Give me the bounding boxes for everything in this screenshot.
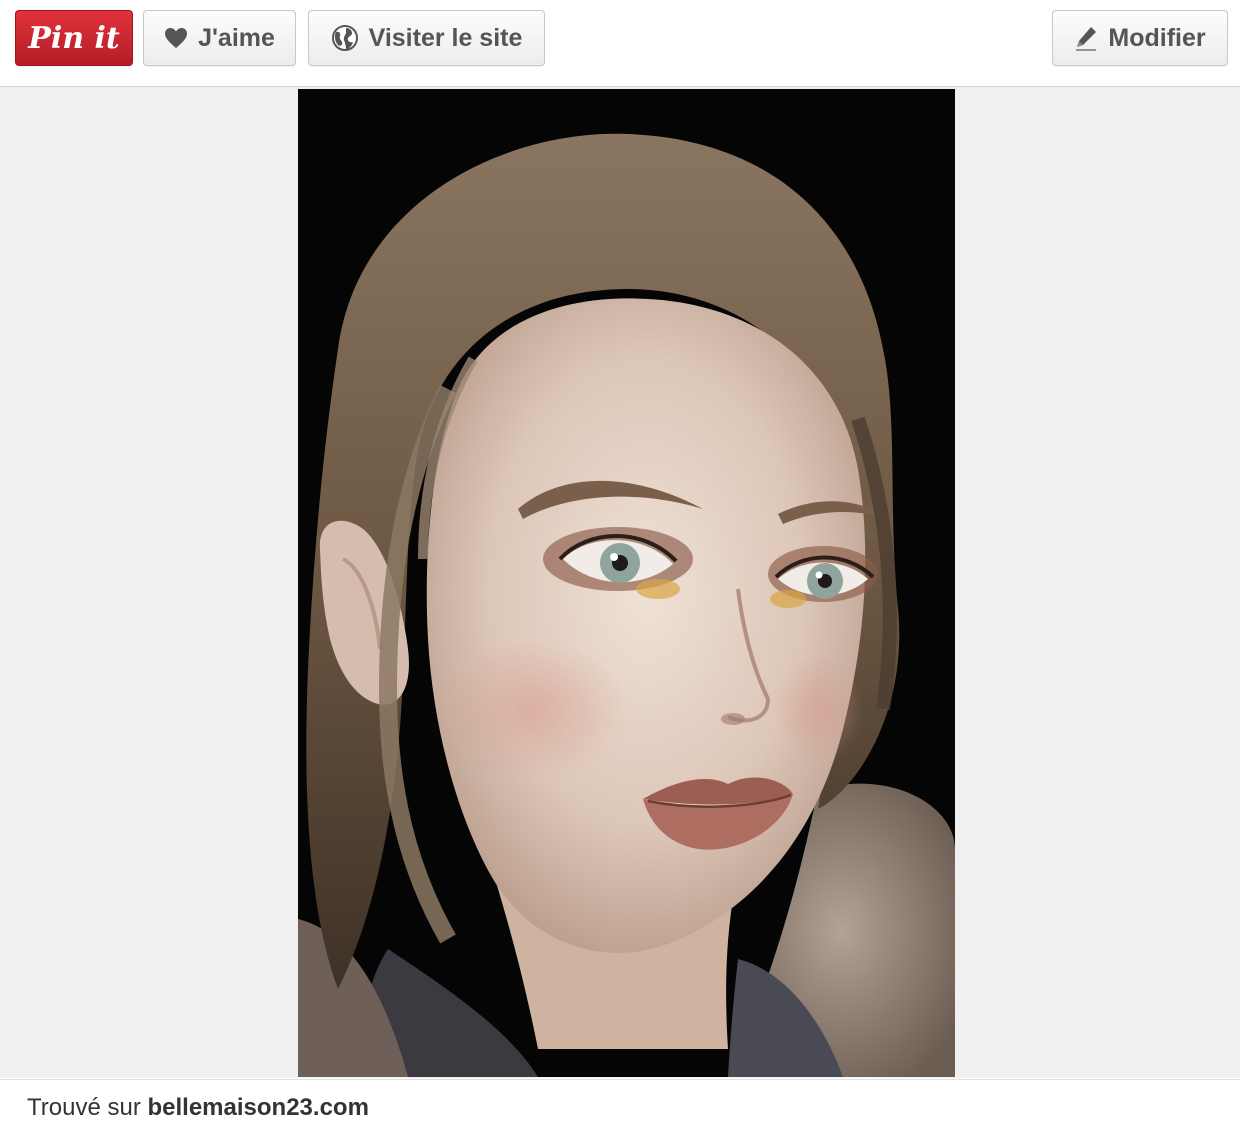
pin-toolbar: Pin it J'aime Visiter le site Modifier xyxy=(0,0,1240,87)
like-button[interactable]: J'aime xyxy=(143,10,296,66)
visit-site-button[interactable]: Visiter le site xyxy=(308,10,545,66)
edit-button[interactable]: Modifier xyxy=(1052,10,1228,66)
pin-photo[interactable] xyxy=(298,89,955,1077)
source-domain-link[interactable]: bellemaison23.com xyxy=(147,1094,368,1121)
portrait-illustration xyxy=(298,89,955,1077)
heart-icon xyxy=(164,27,188,49)
pin-it-label: Pin it xyxy=(28,20,120,56)
source-prefix: Trouvé sur xyxy=(27,1094,141,1121)
like-label: J'aime xyxy=(198,23,275,52)
visit-site-label: Visiter le site xyxy=(368,23,523,52)
pin-image-area xyxy=(0,87,1240,1078)
globe-icon xyxy=(331,24,359,52)
pencil-icon xyxy=(1074,25,1098,51)
source-attribution: Trouvé sur bellemaison23.com xyxy=(27,1094,369,1122)
edit-label: Modifier xyxy=(1108,23,1206,52)
pin-it-button[interactable]: Pin it xyxy=(15,10,133,66)
pin-footer: Trouvé sur bellemaison23.com xyxy=(0,1079,1240,1131)
